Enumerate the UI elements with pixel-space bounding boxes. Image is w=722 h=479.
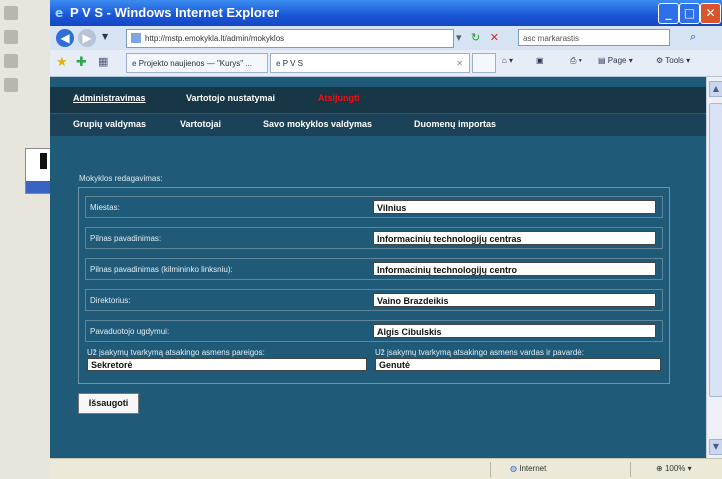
refresh-icon[interactable]: ↻ <box>471 31 480 44</box>
form-row-pavadinimas-kilmininkas: Pilnas pavadinimas (kilmininko linksniu)… <box>85 258 663 280</box>
scroll-down-arrow-icon[interactable]: ▼ <box>709 439 722 455</box>
home-icon[interactable]: ⌂ ▾ <box>502 56 513 65</box>
tab-close-icon[interactable]: ✕ <box>456 54 463 72</box>
pavaduotojas-input[interactable]: Algis Cibulskis <box>373 324 656 338</box>
form-row-direktorius: Direktorius: Vaino Brazdeikis <box>85 289 663 311</box>
pavadinimas-kilmininkas-input[interactable]: Informacinių technologijų centro <box>373 262 656 276</box>
form-row-pavaduotojas: Pavaduotojo ugdymui: Algis Cibulskis <box>85 320 663 342</box>
direktorius-input[interactable]: Vaino Brazdeikis <box>373 293 656 307</box>
scroll-up-arrow-icon[interactable]: ▲ <box>709 81 722 97</box>
maximize-button[interactable]: □ <box>679 3 700 24</box>
minimize-button[interactable]: _ <box>658 3 679 24</box>
field-label: Pavaduotojo ugdymui: <box>90 327 170 336</box>
tab-ie-icon: e <box>276 59 281 68</box>
print-icon[interactable]: ⎙ ▾ <box>570 56 582 66</box>
nav-vartotojai[interactable]: Vartotojai <box>180 119 221 129</box>
field-label: Už įsakymų tvarkymą atsakingo asmens var… <box>375 348 584 357</box>
nav-vartotojo-nustatymai[interactable]: Vartotojo nustatymai <box>186 93 275 103</box>
globe-icon: ◍ <box>510 464 517 473</box>
page-icon <box>131 33 141 43</box>
search-icon[interactable]: ⌕ <box>690 30 696 44</box>
status-divider <box>490 462 491 477</box>
address-bar[interactable]: http://mstp.emokykla.lt/admin/mokyklos <box>126 29 454 48</box>
save-button[interactable]: Išsaugoti <box>78 393 139 414</box>
desktop-shortcut-icon[interactable] <box>4 54 18 68</box>
tools-menu-button[interactable]: ⚙ Tools ▾ <box>656 56 690 65</box>
scrollbar-thumb[interactable] <box>709 103 722 397</box>
tab-ie-icon: e <box>132 59 137 68</box>
nav-atsijungti[interactable]: Atsijungti <box>318 93 360 103</box>
search-box[interactable]: asc markarastis <box>518 29 670 46</box>
sub-nav: Grupių valdymas Vartotojai Savo mokyklos… <box>50 113 706 136</box>
zoom-level[interactable]: ⊕ 100% ▾ <box>656 464 692 473</box>
atsakingo-vardas-input[interactable]: Genutė <box>375 358 661 371</box>
close-button[interactable]: ✕ <box>700 3 721 24</box>
desktop-background <box>0 0 50 479</box>
form-row-pilnas-pavadinimas: Pilnas pavadinimas: Informacinių technol… <box>85 227 663 249</box>
field-label: Pilnas pavadinimas (kilmininko linksniu)… <box>90 265 233 274</box>
background-window-content <box>40 153 47 169</box>
quick-tabs-icon[interactable]: ▦ <box>98 55 108 68</box>
browser-window: e P V S - Windows Internet Explorer _ □ … <box>50 0 722 479</box>
dropdown-icon[interactable]: ▾ <box>456 31 462 44</box>
nav-administravimas[interactable]: Administravimas <box>73 93 146 103</box>
nav-duomenu-importas[interactable]: Duomenų importas <box>414 119 496 129</box>
miestas-input[interactable]: Vilnius <box>373 200 656 214</box>
tab-projekto-naujienos[interactable]: e Projekto naujienos — "Kurys" ... <box>126 53 268 73</box>
desktop-shortcut-icon[interactable] <box>4 78 18 92</box>
field-label: Direktorius: <box>90 296 131 305</box>
desktop-shortcut-icon[interactable] <box>4 6 18 20</box>
desktop-shortcut-icon[interactable] <box>4 30 18 44</box>
field-label: Pilnas pavadinimas: <box>90 234 162 243</box>
forward-button[interactable]: ▶ <box>78 29 96 47</box>
address-toolbar: ◀ ▶ ▼ http://mstp.emokykla.lt/admin/moky… <box>50 26 722 51</box>
pilnas-pavadinimas-input[interactable]: Informacinių technologijų centras <box>373 231 656 245</box>
section-title: Mokyklos redagavimas: <box>79 174 163 183</box>
ie-logo-icon: e <box>55 6 64 20</box>
tab-label: Projekto naujienos — "Kurys" ... <box>138 59 252 68</box>
address-url: http://mstp.emokykla.lt/admin/mokyklos <box>145 34 285 43</box>
add-favorite-icon[interactable]: ✚ <box>76 55 87 70</box>
zoom-icon: ⊕ <box>656 464 663 473</box>
school-edit-form: Miestas: Vilnius Pilnas pavadinimas: Inf… <box>78 187 670 384</box>
status-zone: ◍ Internet <box>510 464 547 473</box>
feeds-icon[interactable]: ▣ <box>536 56 544 65</box>
back-button[interactable]: ◀ <box>56 29 74 47</box>
status-bar: ◍ Internet ⊕ 100% ▾ <box>50 458 722 479</box>
field-label: Už įsakymų tvarkymą atsakingo asmens par… <box>87 348 265 357</box>
status-divider <box>630 462 631 477</box>
favorites-star-icon[interactable]: ★ <box>56 55 68 70</box>
form-row-miestas: Miestas: Vilnius <box>85 196 663 218</box>
main-nav: Administravimas Vartotojo nustatymai Ats… <box>50 87 706 113</box>
vertical-scrollbar[interactable]: ▲ ▼ <box>706 77 722 458</box>
page-content: Administravimas Vartotojo nustatymai Ats… <box>50 77 706 458</box>
atsakingo-pareigos-input[interactable]: Sekretorė <box>87 358 367 371</box>
page-menu-button[interactable]: ▤ Page ▾ <box>598 56 633 65</box>
address-tools: ▾ ↻ ✕ <box>456 29 499 47</box>
tab-toolbar: ★ ✚ ▦ e Projekto naujienos — "Kurys" ...… <box>50 50 722 77</box>
window-title: P V S - Windows Internet Explorer <box>70 5 280 20</box>
field-label: Miestas: <box>90 203 120 212</box>
tab-label: P V S <box>282 59 303 68</box>
search-text: asc markarastis <box>523 34 580 43</box>
nav-savo-mokyklos-valdymas[interactable]: Savo mokyklos valdymas <box>263 119 372 129</box>
title-bar: e P V S - Windows Internet Explorer _ □ … <box>50 0 722 26</box>
tab-pvs[interactable]: e P V S ✕ <box>270 53 470 73</box>
nav-grupiu-valdymas[interactable]: Grupių valdymas <box>73 119 146 129</box>
new-tab-button[interactable] <box>472 53 496 73</box>
recent-pages-dropdown-icon[interactable]: ▼ <box>102 32 108 41</box>
stop-icon[interactable]: ✕ <box>490 31 499 44</box>
